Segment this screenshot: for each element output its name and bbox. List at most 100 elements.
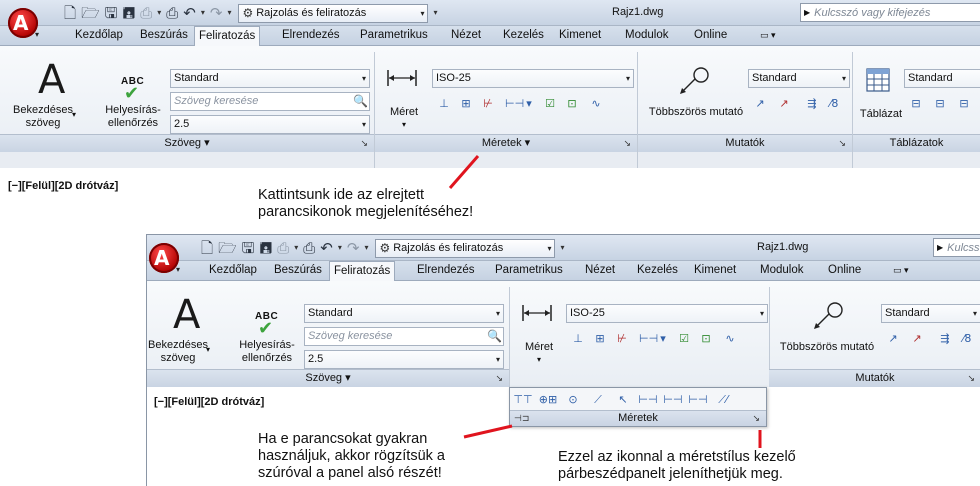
dim-style-select[interactable]: ISO-25 ▾ (566, 304, 768, 323)
text-style-select[interactable]: Standard ▾ (170, 69, 370, 88)
plot-preview-icon[interactable]: ⎙ (277, 239, 289, 257)
redo-dropdown-icon[interactable]: ▾ (227, 4, 231, 22)
workspace-selector[interactable]: ⚙ Rajzolás és feliratozás ▾ (375, 238, 556, 258)
tab-parametrikus[interactable]: Parametrikus (356, 26, 432, 46)
plot-dropdown-icon[interactable]: ▾ (294, 239, 298, 257)
leaders-panel-footer[interactable]: Mutatók ↘ (769, 369, 980, 387)
update-dim-icon[interactable]: ⊡ (562, 94, 582, 112)
search-expand-icon[interactable]: ▶ (937, 243, 943, 252)
tab-feliratozas[interactable]: Feliratozás (329, 261, 396, 282)
mtext-icon[interactable]: A (38, 60, 65, 100)
print-icon[interactable]: ⎙ (303, 239, 315, 257)
leader-style-select[interactable]: Standard ▾ (881, 304, 980, 323)
spell-label-1[interactable]: Helyesírás- (236, 339, 298, 352)
spell-label-1[interactable]: Helyesírás- (102, 104, 164, 117)
collect-leader-icon[interactable]: ⁄8 (824, 94, 844, 112)
dim-break-icon[interactable]: ⊬ (478, 94, 498, 112)
continue-dropdown-icon[interactable]: ▾ (658, 329, 668, 347)
baseline-dim-icon[interactable]: ⊥ (434, 94, 454, 112)
mtext-icon[interactable]: A (173, 295, 200, 335)
save-as-icon[interactable]: 🖪 (122, 4, 135, 22)
tab-kezdolap[interactable]: Kezdőlap (71, 26, 127, 46)
ribbon-minimize-button[interactable]: ▭ ▾ (756, 26, 780, 46)
tab-modulok[interactable]: Modulok (621, 26, 672, 46)
multileader-icon[interactable] (810, 301, 844, 331)
ribbon-minimize-button[interactable]: ▭ ▾ (889, 261, 913, 281)
viewport-controls[interactable]: [−][Felül][2D drótváz] (8, 180, 118, 192)
qat-customize-icon[interactable]: ▾ (560, 239, 564, 257)
extract-data-icon[interactable]: ⊟ (906, 94, 926, 112)
find-replace-icon[interactable]: 🔍 (487, 328, 502, 345)
override-icon[interactable]: ⟋⁄ (712, 390, 734, 410)
add-leader-icon[interactable]: ↗ (750, 94, 770, 112)
redo-icon[interactable]: ↷ (210, 4, 223, 22)
jogged-linear-icon[interactable]: ∿ (720, 329, 740, 347)
new-file-icon[interactable]: 🗋 (201, 239, 213, 257)
dialog-launcher-icon[interactable]: ↘ (623, 135, 631, 152)
table-button-label[interactable]: Táblázat (856, 108, 906, 121)
table-style-select[interactable]: Standard (904, 69, 980, 88)
text-center-icon[interactable]: ⊢⊣ (662, 390, 684, 410)
dimension-icon[interactable] (521, 303, 553, 323)
continue-dropdown-icon[interactable]: ▾ (524, 94, 534, 112)
baseline-dim-icon[interactable]: ⊥ (568, 329, 588, 347)
tables-panel-footer[interactable]: Táblázatok (853, 134, 980, 152)
text-height-select[interactable]: 2.5 ▾ (170, 115, 370, 134)
tab-online[interactable]: Online (690, 26, 731, 46)
dialog-launcher-icon[interactable]: ↘ (838, 135, 846, 152)
multileader-button-label[interactable]: Többszörös mutató (646, 106, 746, 119)
dimensions-panel-footer[interactable]: Méretek ▾ ↘ (375, 134, 637, 152)
mtext-dropdown-icon[interactable]: ▾ (202, 343, 214, 356)
inspect-dim-icon[interactable]: ☑ (674, 329, 694, 347)
viewport-controls[interactable]: [−][Felül][2D drótváz] (154, 396, 264, 408)
tab-parametrikus[interactable]: Parametrikus (491, 261, 567, 281)
text-panel-footer[interactable]: Szöveg ▾ ↘ (147, 369, 509, 387)
leader-style-select[interactable]: Standard ▾ (748, 69, 850, 88)
dialog-launcher-icon[interactable]: ↘ (495, 370, 503, 387)
inspect-dim-icon[interactable]: ☑ (540, 94, 560, 112)
tab-elrendezes[interactable]: Elrendezés (413, 261, 479, 281)
tab-kimenet[interactable]: Kimenet (555, 26, 605, 46)
download-data-icon[interactable]: ⊟ (954, 94, 974, 112)
dimension-dropdown-icon[interactable]: ▾ (533, 353, 545, 366)
jogged-linear-icon[interactable]: ∿ (586, 94, 606, 112)
plot-preview-icon[interactable]: ⎙ (140, 4, 152, 22)
plot-dropdown-icon[interactable]: ▾ (157, 4, 161, 22)
mtext-dropdown-icon[interactable]: ▾ (68, 108, 80, 121)
collect-leader-icon[interactable]: ⁄8 (957, 329, 977, 347)
application-menu-button[interactable]: A ▾ (2, 2, 44, 42)
print-icon[interactable]: ⎙ (166, 4, 178, 22)
undo-icon[interactable]: ↶ (320, 239, 333, 257)
undo-dropdown-icon[interactable]: ▾ (201, 4, 205, 22)
tab-modulok[interactable]: Modulok (756, 261, 807, 281)
save-as-icon[interactable]: 🖪 (259, 239, 272, 257)
continue-dim-icon[interactable]: ⊢⊣ (504, 94, 524, 112)
find-text-input[interactable]: Szöveg keresése 🔍 (304, 327, 504, 346)
tab-kezdolap[interactable]: Kezdőlap (205, 261, 261, 281)
update-dim-icon[interactable]: ⊡ (696, 329, 716, 347)
search-expand-icon[interactable]: ▶ (804, 8, 810, 17)
oblique-icon[interactable]: ⟋ (587, 390, 609, 410)
pin-icon[interactable]: ⊣⊐ (514, 411, 529, 426)
tab-kimenet[interactable]: Kimenet (690, 261, 740, 281)
remove-leader-icon[interactable]: ↗ (907, 329, 927, 347)
tab-nezet[interactable]: Nézet (581, 261, 619, 281)
find-replace-icon[interactable]: 🔍 (353, 93, 368, 110)
spell-label-2[interactable]: ellenőrzés (236, 352, 298, 365)
new-file-icon[interactable]: 🗋 (64, 4, 76, 22)
tab-kezeles[interactable]: Kezelés (633, 261, 682, 281)
link-data-icon[interactable]: ⊟ (930, 94, 950, 112)
text-style-select[interactable]: Standard ▾ (304, 304, 504, 323)
qat-customize-icon[interactable]: ▾ (433, 4, 437, 22)
save-icon[interactable]: 🖫 (242, 239, 255, 257)
multileader-button-label[interactable]: Többszörös mutató (775, 341, 879, 354)
search-input[interactable]: ▶ Kulcsszó vagy kifejezés (800, 3, 980, 22)
save-icon[interactable]: 🖫 (105, 4, 118, 22)
text-right-icon[interactable]: ⊢⊣ (687, 390, 709, 410)
continue-dim-icon[interactable]: ⊢⊣ (638, 329, 658, 347)
tab-feliratozas[interactable]: Feliratozás (194, 26, 261, 47)
workspace-selector[interactable]: ⚙ Rajzolás és feliratozás ▾ (238, 3, 429, 23)
tab-nezet[interactable]: Nézet (447, 26, 485, 46)
tab-beszuras[interactable]: Beszúrás (270, 261, 326, 281)
spell-label-2[interactable]: ellenőrzés (102, 117, 164, 130)
